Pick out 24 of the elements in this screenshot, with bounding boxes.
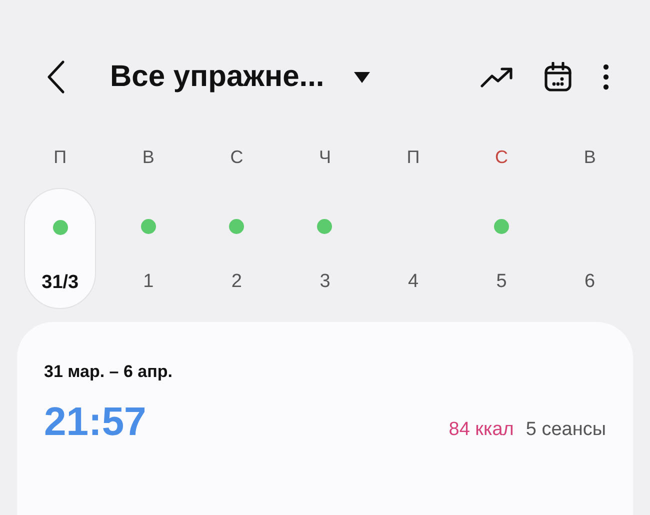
weekday-label: В bbox=[142, 146, 154, 169]
sessions-count: 5 сеансы bbox=[526, 419, 606, 441]
trend-chart-icon[interactable] bbox=[480, 66, 514, 88]
weekday-label: П bbox=[406, 146, 420, 169]
weekday-label: П bbox=[54, 146, 67, 169]
back-button[interactable] bbox=[46, 60, 66, 94]
weekday-label: С bbox=[230, 146, 244, 169]
more-options-icon[interactable] bbox=[602, 64, 610, 90]
date-range: 31 мар. – 6 апр. bbox=[44, 362, 174, 382]
total-duration: 21:57 bbox=[44, 400, 148, 445]
screen-title[interactable]: Все упражне... bbox=[110, 60, 324, 94]
day-cell[interactable]: 6 bbox=[554, 188, 626, 309]
day-cell[interactable]: 4 bbox=[377, 188, 450, 309]
weekday-label: Ч bbox=[318, 146, 331, 169]
day-cell[interactable]: 1 bbox=[112, 188, 184, 309]
day-cell[interactable]: 2 bbox=[200, 188, 273, 309]
day-cell[interactable]: 5 bbox=[466, 188, 538, 309]
dropdown-caret-icon[interactable] bbox=[354, 72, 370, 82]
calories-value: 84 ккал bbox=[448, 419, 514, 441]
day-cell[interactable]: 31/3 bbox=[24, 188, 96, 309]
weekday-label: В bbox=[584, 146, 596, 169]
day-cell[interactable]: 3 bbox=[288, 188, 361, 309]
weekday-label: С bbox=[495, 146, 508, 169]
calendar-icon[interactable] bbox=[544, 62, 572, 92]
